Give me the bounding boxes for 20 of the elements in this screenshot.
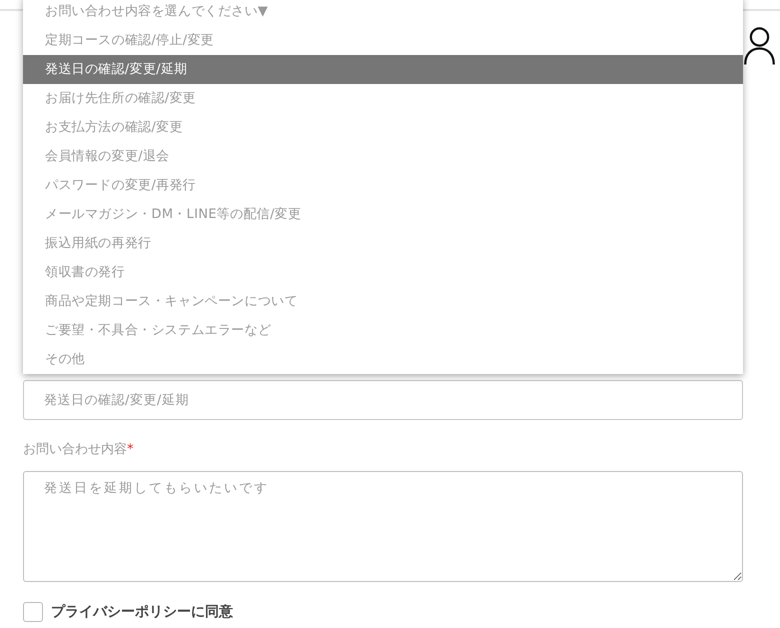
dropdown-option[interactable]: その他 — [23, 345, 743, 374]
privacy-label: プライバシーポリシーに同意 — [51, 603, 233, 621]
dropdown-option[interactable]: ご要望・不具合・システムエラーなど — [23, 316, 743, 345]
message-textarea[interactable]: 発送日を延期してもらいたいです — [23, 471, 743, 582]
dropdown-option[interactable]: 振込用紙の再発行 — [23, 229, 743, 258]
dropdown-option[interactable]: 定期コースの確認/停止/変更 — [23, 26, 743, 55]
inquiry-type-select[interactable]: 発送日の確認/変更/延期 — [23, 380, 743, 420]
message-label: お問い合わせ内容 — [23, 441, 127, 459]
dropdown-option[interactable]: 会員情報の変更/退会 — [23, 142, 743, 171]
dropdown-option[interactable]: パスワードの変更/再発行 — [23, 171, 743, 200]
dropdown-option[interactable]: お届け先住所の確認/変更 — [23, 84, 743, 113]
user-icon[interactable] — [744, 27, 775, 65]
required-mark: * — [127, 441, 134, 459]
dropdown-option[interactable]: 領収書の発行 — [23, 258, 743, 287]
dropdown-option[interactable]: メールマガジン・DM・LINE等の配信/変更 — [23, 200, 743, 229]
dropdown-option[interactable]: 発送日の確認/変更/延期 — [23, 55, 743, 84]
dropdown-option[interactable]: お支払方法の確認/変更 — [23, 113, 743, 142]
dropdown-option[interactable]: お問い合わせ内容を選んでください▼ — [23, 0, 743, 26]
dropdown-option[interactable]: 商品や定期コース・キャンペーンについて — [23, 287, 743, 316]
privacy-checkbox[interactable] — [23, 602, 43, 622]
